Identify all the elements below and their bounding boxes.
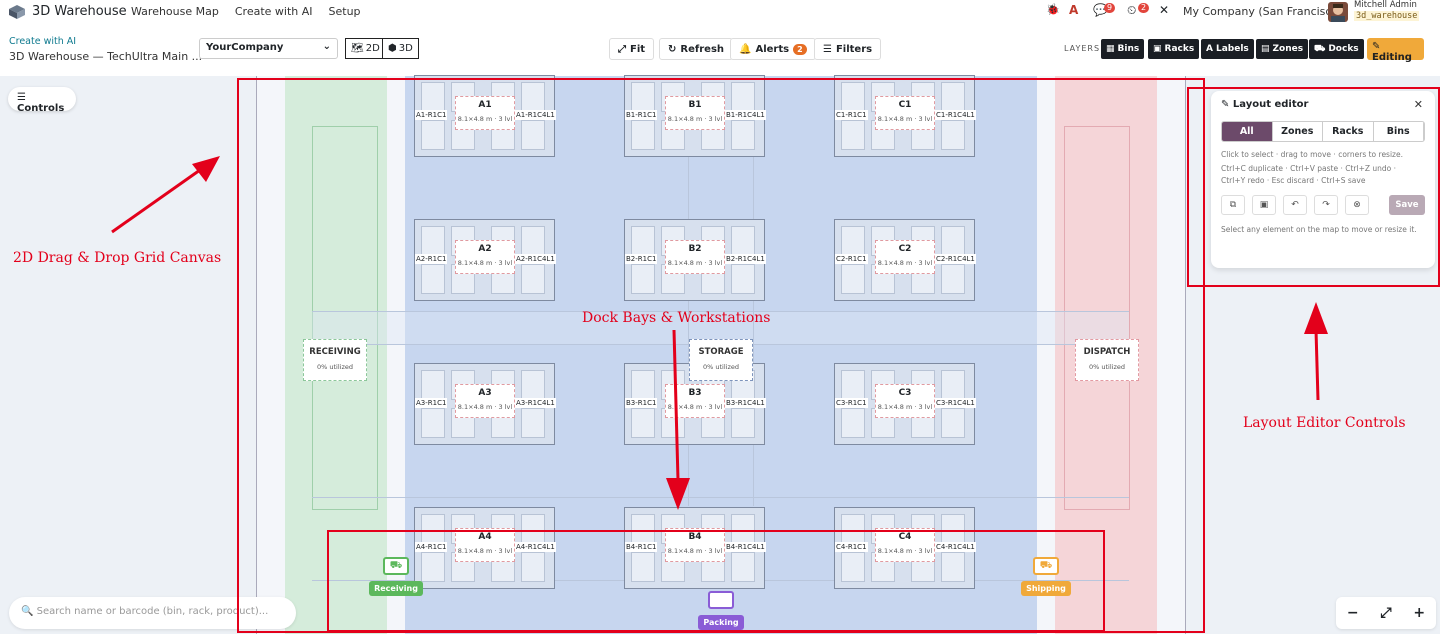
annotation-editor: Layout Editor Controls [1243, 415, 1406, 431]
annotation-canvas: 2D Drag & Drop Grid Canvas [13, 250, 222, 266]
annotation-docks: Dock Bays & Workstations [582, 310, 771, 326]
